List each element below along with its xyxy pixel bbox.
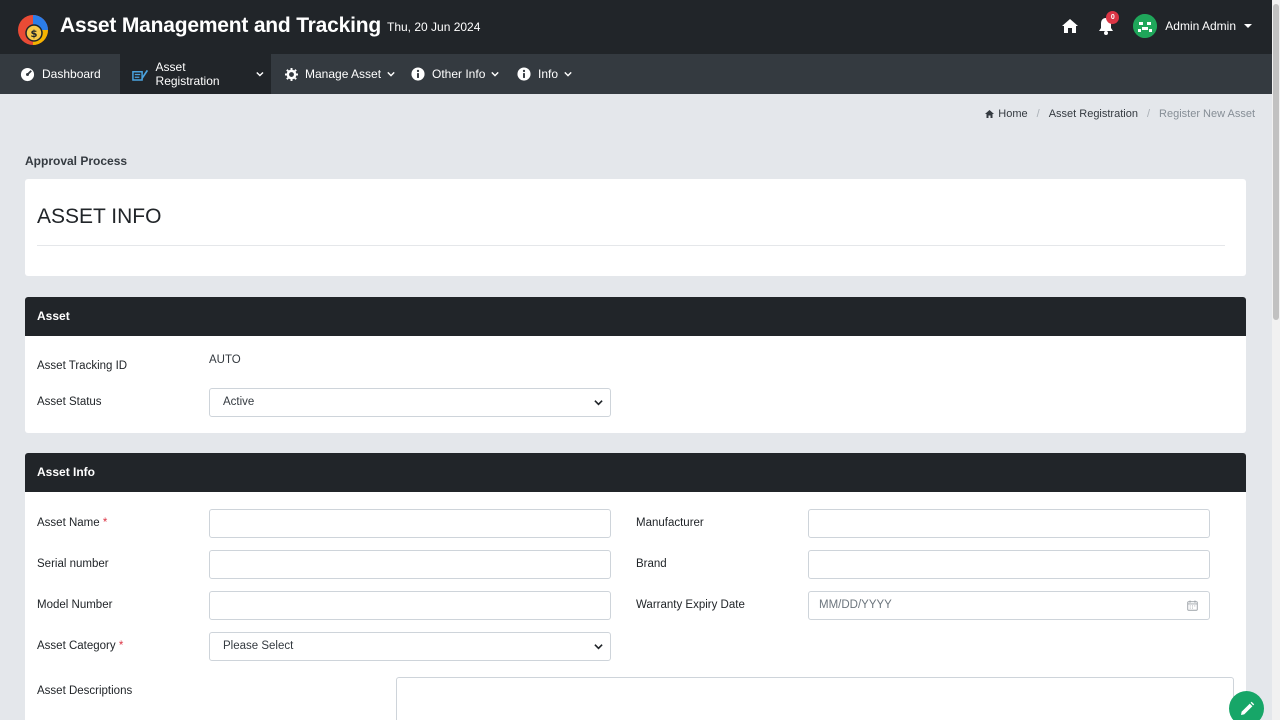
scrollbar-thumb[interactable] — [1273, 4, 1279, 320]
serial-number-input[interactable] — [209, 550, 611, 579]
nav-item-other-info[interactable]: Other Info — [411, 54, 506, 94]
dashboard-icon — [20, 67, 35, 81]
required-marker: * — [118, 640, 124, 652]
chevron-down-icon — [594, 644, 603, 650]
asset-name-label: Asset Name * — [37, 517, 108, 529]
model-number-label: Model Number — [37, 599, 113, 611]
notification-badge: 0 — [1106, 11, 1120, 24]
asset-status-value: Active — [223, 396, 255, 408]
required-marker: * — [102, 517, 108, 529]
caret-down-icon[interactable] — [1244, 24, 1252, 28]
breadcrumb-home[interactable]: Home — [998, 108, 1027, 120]
gear-icon — [285, 67, 298, 81]
chevron-down-icon — [491, 71, 500, 77]
page-title: ASSET INFO — [37, 205, 162, 228]
breadcrumb-current: Register New Asset — [1159, 108, 1255, 120]
brand-label: Brand — [636, 558, 667, 570]
section-heading: Approval Process — [25, 154, 128, 168]
asset-info-card: Asset Info Asset Name * Serial number Mo… — [25, 453, 1246, 720]
manufacturer-label: Manufacturer — [636, 517, 704, 529]
chevron-down-icon — [594, 400, 603, 406]
header-actions: 0 Admin Admin — [1059, 10, 1252, 42]
asset-card-header: Asset — [25, 297, 1246, 336]
home-icon — [985, 110, 995, 118]
warranty-expiry-placeholder: MM/DD/YYYY — [819, 599, 892, 611]
edit-fab-button[interactable] — [1229, 691, 1264, 720]
nav-item-info[interactable]: Info — [517, 54, 579, 94]
nav-item-manage-asset[interactable]: Manage Asset — [285, 54, 402, 94]
asset-category-label: Asset Category * — [37, 640, 124, 652]
nav-label: Manage Asset — [305, 67, 382, 81]
asset-category-select[interactable]: Please Select — [209, 632, 611, 661]
asset-tracking-id-value: AUTO — [209, 354, 241, 366]
notifications-button[interactable]: 0 — [1095, 11, 1120, 37]
info-icon — [411, 67, 425, 81]
asset-descriptions-label: Asset Descriptions — [37, 685, 133, 697]
asset-card: Asset Asset Tracking ID AUTO Asset Statu… — [25, 297, 1246, 433]
asset-info-title-card: ASSET INFO — [25, 179, 1246, 276]
model-number-input[interactable] — [209, 591, 611, 620]
nav-label: Info — [538, 67, 559, 81]
asset-tracking-id-label: Asset Tracking ID — [37, 360, 128, 372]
asset-info-card-header: Asset Info — [25, 453, 1246, 492]
info-icon — [517, 67, 531, 81]
app-title[interactable]: Asset Management and Tracking — [60, 14, 381, 38]
avatar[interactable] — [1133, 14, 1158, 38]
breadcrumb-separator: / — [1146, 108, 1151, 120]
breadcrumb-separator: / — [1036, 108, 1040, 120]
nav-item-asset-registration[interactable]: Asset Registration — [120, 54, 271, 94]
app-logo[interactable]: $ — [16, 12, 50, 46]
nav-label: Dashboard — [42, 67, 101, 81]
chevron-down-icon — [387, 71, 395, 77]
breadcrumb-asset-registration[interactable]: Asset Registration — [1049, 108, 1138, 120]
top-header: $ Asset Management and Tracking Thu, 20 … — [0, 0, 1272, 54]
page-scrollbar[interactable] — [1272, 0, 1280, 720]
home-icon[interactable] — [1059, 15, 1081, 37]
main-nav: Dashboard Asset Registration Manage Asse… — [0, 54, 1272, 94]
breadcrumb: Home / Asset Registration / Register New… — [984, 108, 1255, 120]
warranty-expiry-label: Warranty Expiry Date — [636, 599, 745, 611]
chevron-down-icon — [256, 71, 264, 77]
calendar-icon[interactable] — [1187, 600, 1198, 611]
asset-name-input[interactable] — [209, 509, 611, 538]
header-date: Thu, 20 Jun 2024 — [387, 20, 481, 34]
warranty-expiry-input[interactable]: MM/DD/YYYY — [808, 591, 1210, 620]
chevron-down-icon — [564, 71, 572, 77]
nav-label: Asset Registration — [155, 60, 220, 88]
asset-category-value: Please Select — [223, 640, 294, 652]
svg-text:$: $ — [31, 29, 38, 40]
asset-status-label: Asset Status — [37, 396, 102, 408]
asset-status-select[interactable]: Active — [209, 388, 611, 417]
brand-input[interactable] — [808, 550, 1210, 579]
serial-number-label: Serial number — [37, 558, 109, 570]
divider — [37, 245, 1225, 246]
nav-item-dashboard[interactable]: Dashboard — [20, 54, 101, 94]
manufacturer-input[interactable] — [808, 509, 1210, 538]
asset-descriptions-textarea[interactable] — [396, 677, 1234, 720]
pencil-icon — [1240, 701, 1254, 715]
register-icon — [132, 69, 149, 81]
nav-label: Other Info — [432, 67, 486, 81]
user-menu[interactable]: Admin Admin — [1165, 19, 1236, 33]
